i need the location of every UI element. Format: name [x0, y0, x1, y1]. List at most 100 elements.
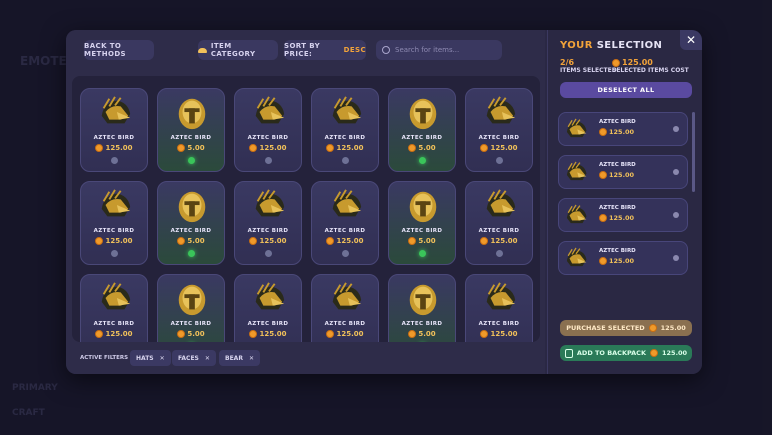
status-indicator	[188, 157, 195, 164]
selected-item-row[interactable]: AZTEC BIRD 125.00	[558, 198, 688, 232]
item-price: 125.00	[81, 237, 147, 245]
item-card[interactable]: AZTEC BIRD 125.00	[465, 181, 533, 265]
status-indicator	[265, 157, 272, 164]
item-card[interactable]: AZTEC BIRD 125.00	[80, 274, 148, 342]
search-input[interactable]: Search for items...	[376, 40, 502, 60]
item-card[interactable]: AZTEC BIRD 125.00	[80, 181, 148, 265]
backpack-label: ADD TO BACKPACK	[576, 349, 646, 357]
status-indicator	[342, 250, 349, 257]
item-card[interactable]: AZTEC BIRD 125.00	[80, 88, 148, 172]
item-name: AZTEC BIRD	[478, 135, 520, 141]
close-modal-button[interactable]: ✕	[680, 30, 702, 50]
selected-item-row[interactable]: AZTEC BIRD 125.00	[558, 241, 688, 275]
item-card[interactable]: AZTEC BIRD 125.00	[465, 274, 533, 342]
filter-chip-faces[interactable]: FACES ✕	[172, 350, 216, 366]
close-icon[interactable]: ✕	[205, 355, 210, 362]
sort-label: SORT BY PRICE:	[284, 42, 321, 58]
back-to-methods-button[interactable]: BACK TO METHODS	[84, 40, 154, 60]
item-category-button[interactable]: ITEM CATEGORY	[198, 40, 278, 60]
deselect-label: DESELECT ALL	[597, 86, 655, 94]
item-card[interactable]: AZTEC BIRD 125.00	[465, 88, 533, 172]
selected-item-name: AZTEC BIRD	[599, 162, 636, 168]
filter-chip-bear[interactable]: BEAR ✕	[219, 350, 260, 366]
helmet-icon	[250, 188, 288, 224]
item-card[interactable]: AZTEC BIRD 125.00	[234, 88, 302, 172]
helmet-icon	[173, 95, 211, 131]
add-to-backpack-button[interactable]: ADD TO BACKPACK 125.00	[560, 345, 692, 361]
coin-icon	[177, 330, 186, 338]
remove-indicator[interactable]	[673, 212, 679, 218]
selected-item-price-value: 125.00	[609, 257, 635, 265]
item-card[interactable]: AZTEC BIRD 5.00	[157, 181, 225, 265]
title-your: YOUR	[560, 40, 593, 51]
items-selected-count: 2/6	[560, 58, 575, 67]
status-indicator	[265, 250, 272, 257]
deselect-all-button[interactable]: DESELECT ALL	[560, 82, 692, 98]
helmet-icon	[96, 188, 134, 224]
item-price: 125.00	[235, 237, 301, 245]
item-card[interactable]: AZTEC BIRD 5.00	[388, 181, 456, 265]
coin-icon	[249, 237, 258, 245]
helmet-icon	[250, 95, 288, 131]
item-price: 5.00	[158, 330, 224, 338]
item-name: AZTEC BIRD	[324, 135, 366, 141]
helmet-icon	[327, 95, 365, 131]
selection-title: YOUR SELECTION	[560, 40, 662, 51]
list-scrollbar[interactable]	[692, 112, 695, 192]
helmet-icon	[563, 203, 589, 229]
coin-icon	[599, 171, 607, 179]
item-price-value: 5.00	[418, 237, 436, 245]
close-icon[interactable]: ✕	[249, 355, 254, 362]
item-card[interactable]: AZTEC BIRD 5.00	[388, 274, 456, 342]
status-indicator	[188, 250, 195, 257]
purchase-selected-button[interactable]: PURCHASE SELECTED 125.00	[560, 320, 692, 336]
coin-icon	[599, 214, 607, 222]
coin-icon	[177, 144, 186, 152]
coin-icon	[408, 330, 417, 338]
item-name: AZTEC BIRD	[170, 228, 212, 234]
item-name: AZTEC BIRD	[247, 321, 289, 327]
helmet-icon	[563, 117, 589, 143]
selected-item-row[interactable]: AZTEC BIRD 125.00	[558, 112, 688, 146]
coin-icon	[326, 144, 335, 152]
sort-by-price-button[interactable]: SORT BY PRICE: DESC	[284, 40, 366, 60]
item-card[interactable]: AZTEC BIRD 125.00	[311, 181, 379, 265]
item-card[interactable]: AZTEC BIRD 5.00	[157, 88, 225, 172]
item-card[interactable]: AZTEC BIRD 125.00	[311, 274, 379, 342]
item-name: AZTEC BIRD	[401, 135, 443, 141]
chip-label: BEAR	[225, 354, 243, 362]
selected-cost-value-wrap: 125.00	[612, 58, 689, 67]
item-card[interactable]: AZTEC BIRD 5.00	[157, 274, 225, 342]
item-price: 125.00	[312, 144, 378, 152]
selected-cost-stat: 125.00 SELECTED ITEMS COST	[612, 58, 689, 74]
selected-item-price-value: 125.00	[609, 128, 635, 136]
search-icon	[382, 46, 390, 54]
item-price: 125.00	[81, 144, 147, 152]
purchase-label: PURCHASE SELECTED	[566, 324, 645, 332]
coin-icon	[95, 144, 104, 152]
item-card[interactable]: AZTEC BIRD 125.00	[311, 88, 379, 172]
item-price-value: 125.00	[336, 144, 364, 152]
item-price: 5.00	[389, 330, 455, 338]
remove-indicator[interactable]	[673, 255, 679, 261]
filter-chip-hats[interactable]: HATS ✕	[130, 350, 171, 366]
selected-item-row[interactable]: AZTEC BIRD 125.00	[558, 155, 688, 189]
helmet-icon	[563, 160, 589, 186]
item-name: AZTEC BIRD	[247, 228, 289, 234]
selection-panel: YOUR SELECTION 2/6 ITEMS SELECTED 125.00…	[547, 30, 702, 374]
close-icon[interactable]: ✕	[160, 355, 165, 362]
item-name: AZTEC BIRD	[324, 321, 366, 327]
item-card[interactable]: AZTEC BIRD 125.00	[234, 274, 302, 342]
items-grid: AZTEC BIRD 125.00 AZTEC BIRD 5.00 AZTEC BIRD…	[72, 76, 540, 342]
remove-indicator[interactable]	[673, 126, 679, 132]
item-price-value: 5.00	[187, 237, 205, 245]
coin-icon	[599, 128, 607, 136]
active-filters-bar: ACTIVE FILTERS HATS ✕ FACES ✕ BEAR ✕	[66, 346, 545, 374]
item-name: AZTEC BIRD	[478, 228, 520, 234]
coin-icon	[612, 58, 620, 67]
selected-item-price: 125.00	[599, 257, 634, 265]
item-card[interactable]: AZTEC BIRD 125.00	[234, 181, 302, 265]
item-card[interactable]: AZTEC BIRD 5.00	[388, 88, 456, 172]
helmet-icon	[481, 95, 519, 131]
remove-indicator[interactable]	[673, 169, 679, 175]
